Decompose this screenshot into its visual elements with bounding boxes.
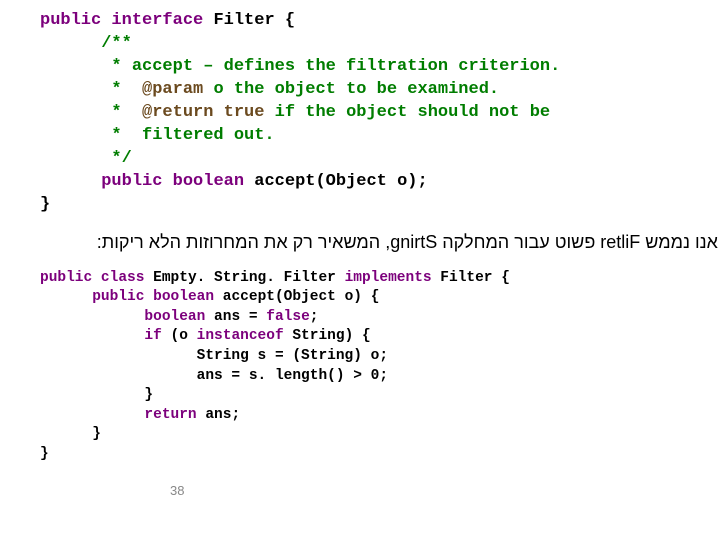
keyword-boolean: boolean (144, 309, 205, 325)
keyword-boolean: boolean (153, 289, 214, 305)
slide: public interface Filter { /** * accept –… (0, 0, 720, 500)
keyword-boolean: boolean (173, 172, 244, 191)
javadoc-close: */ (40, 149, 132, 168)
javadoc-return: @return (142, 103, 213, 122)
keyword-public: public (40, 270, 92, 286)
keyword-public: public (101, 172, 162, 191)
javadoc-line: * filtered out. (40, 126, 275, 145)
keyword-interface: interface (111, 11, 203, 30)
keyword-public: public (92, 289, 144, 305)
keyword-return: return (144, 407, 196, 423)
javadoc-param: @param (142, 80, 203, 99)
javadoc-open: /** (40, 34, 132, 53)
keyword-if: if (144, 328, 161, 344)
keyword-public: public (40, 11, 101, 30)
keyword-implements: implements (345, 270, 432, 286)
keyword-class: class (101, 270, 145, 286)
hebrew-description: אנו נממש Filter פשוט עבור המחלקה String,… (0, 216, 720, 268)
code-interface-filter: public interface Filter { /** * accept –… (0, 10, 720, 216)
javadoc-line: * accept – defines the filtration criter… (40, 57, 560, 76)
page-number: 38 (0, 464, 720, 500)
keyword-false: false (266, 309, 310, 325)
code-empty-string-filter: public class Empty. String. Filter imple… (0, 269, 720, 465)
keyword-instanceof: instanceof (197, 328, 284, 344)
